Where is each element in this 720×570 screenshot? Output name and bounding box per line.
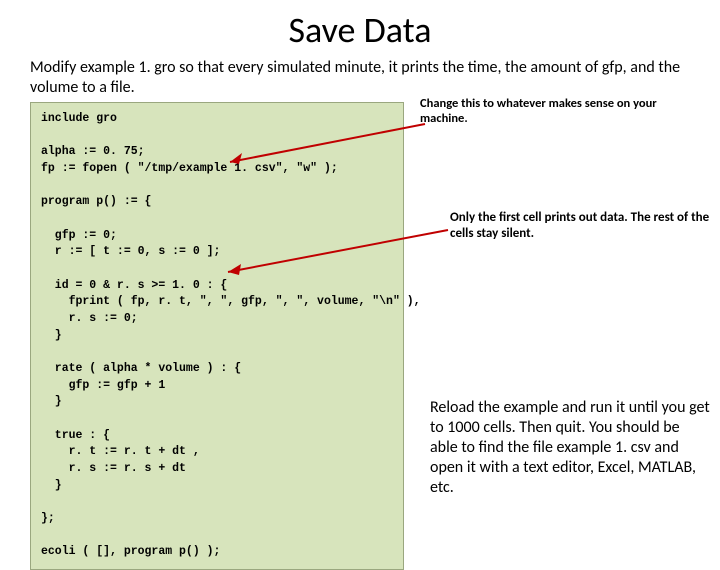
note-reload: Reload the example and run it until you … xyxy=(430,398,710,498)
intro-text: Modify example 1. gro so that every simu… xyxy=(30,58,690,98)
content-area: Change this to whatever makes sense on y… xyxy=(30,102,690,570)
note-first-cell: Only the first cell prints out data. The… xyxy=(450,210,710,241)
code-block: include gro alpha := 0. 75; fp := fopen … xyxy=(30,102,404,570)
note-change-path: Change this to whatever makes sense on y… xyxy=(420,96,700,126)
slide: Save Data Modify example 1. gro so that … xyxy=(0,0,720,540)
page-title: Save Data xyxy=(30,8,690,52)
